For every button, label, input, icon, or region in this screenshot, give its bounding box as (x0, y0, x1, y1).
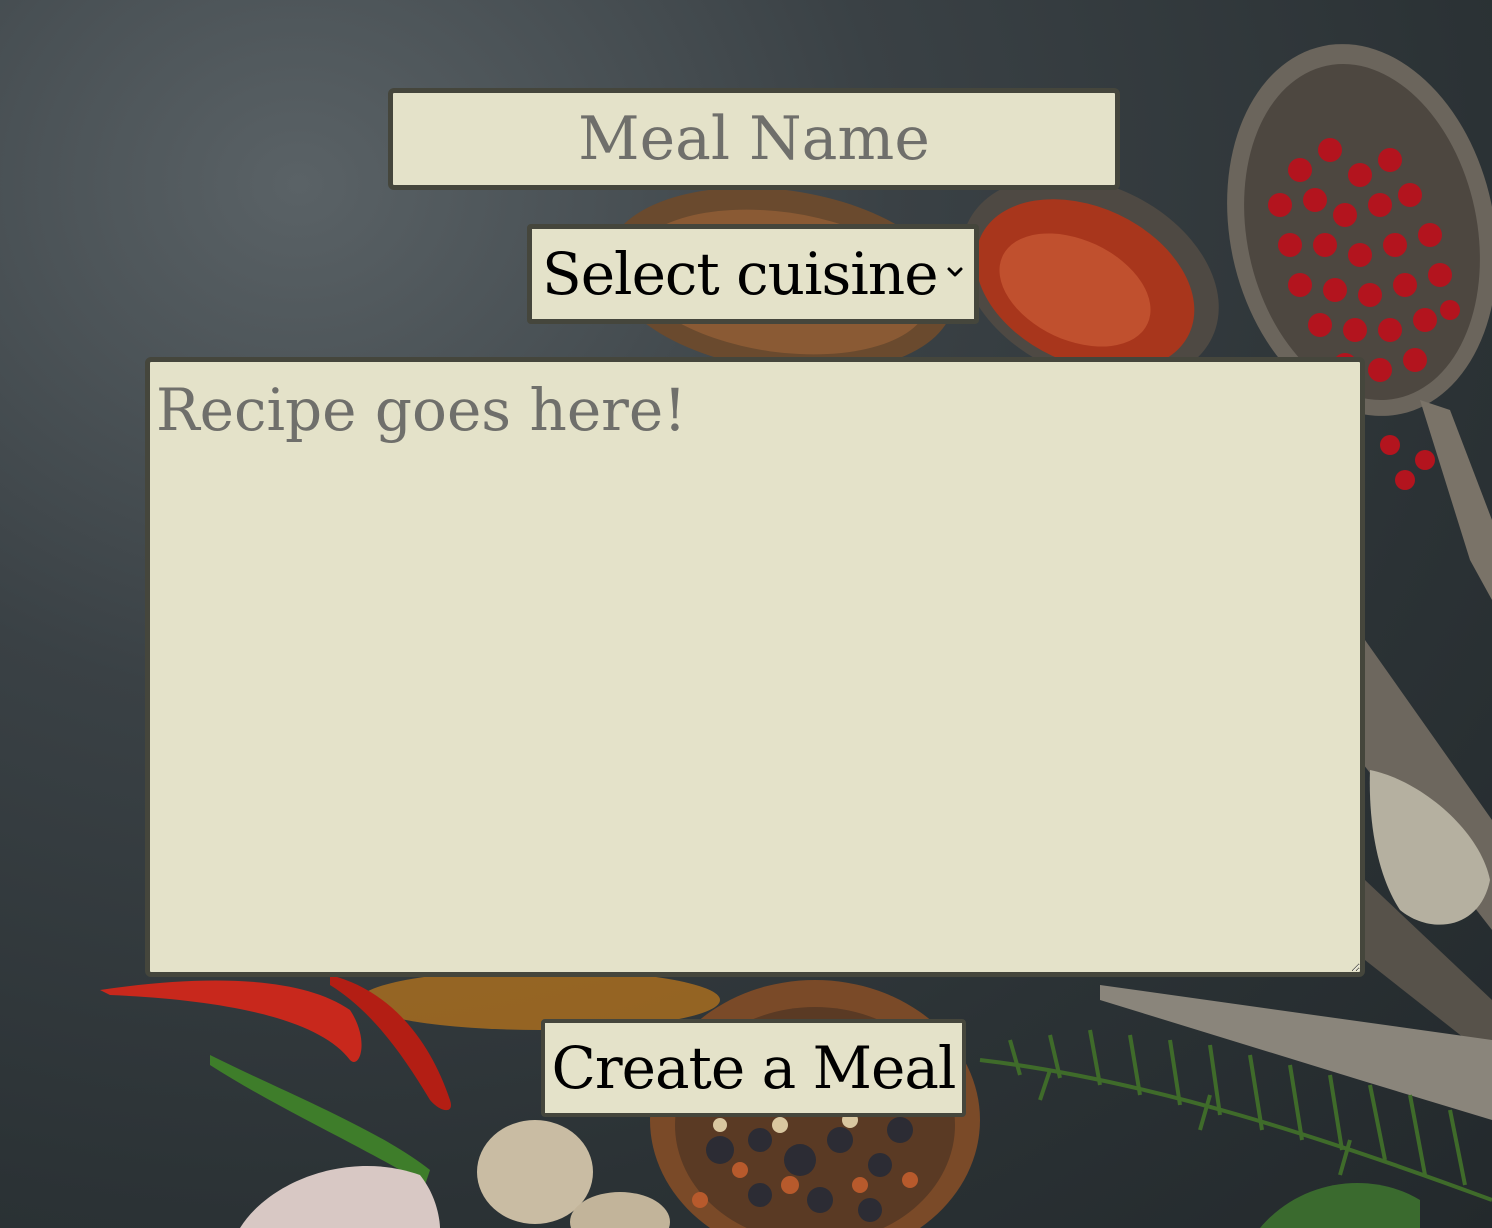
cuisine-select[interactable]: Select cuisine (527, 224, 979, 324)
meal-name-input[interactable] (388, 88, 1120, 190)
recipe-textarea[interactable] (145, 357, 1365, 977)
silver-spoons (1360, 640, 1492, 1060)
create-meal-button[interactable]: Create a Meal (541, 1019, 966, 1117)
cuisine-select-value: Select cuisine (542, 240, 939, 308)
chevron-down-icon (946, 263, 964, 281)
